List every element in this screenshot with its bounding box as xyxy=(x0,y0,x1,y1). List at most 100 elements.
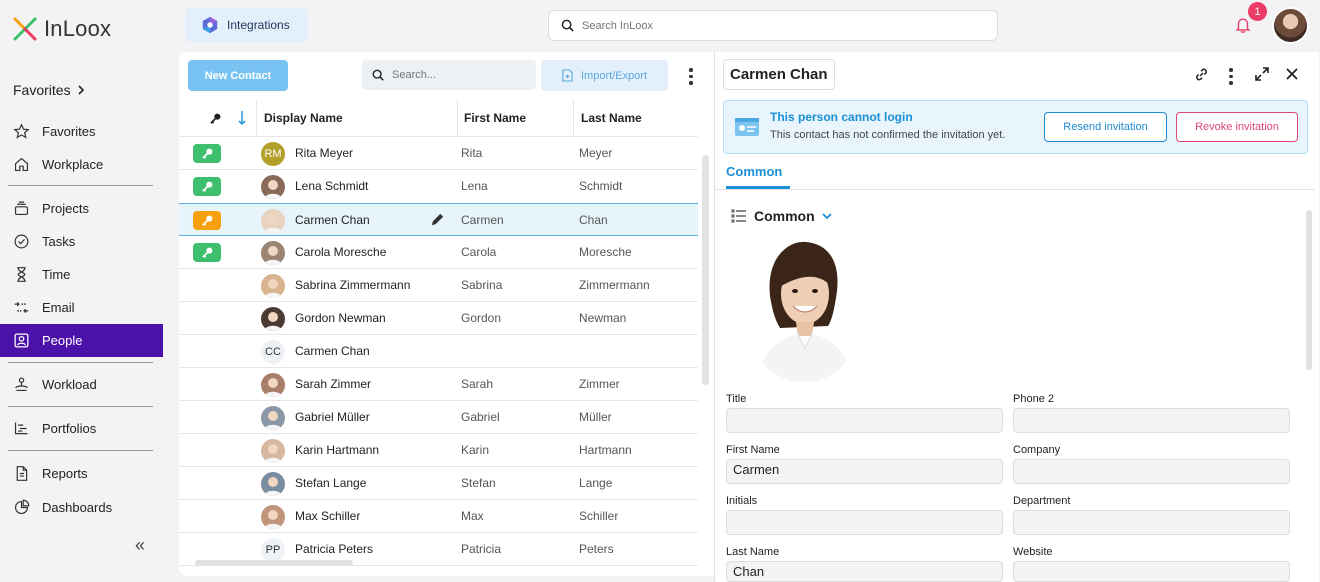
import-export-button[interactable]: Import/Export xyxy=(541,60,668,91)
sidebar-item-portfolios[interactable]: Portfolios xyxy=(0,412,163,445)
column-header-last-name[interactable]: Last Name xyxy=(581,100,642,136)
table-row[interactable]: Gabriel Müller Gabriel Müller xyxy=(179,401,698,434)
detail-more-menu[interactable] xyxy=(1229,68,1233,85)
table-row[interactable]: Karin Hartmann Karin Hartmann xyxy=(179,434,698,467)
field-label-first-name: First Name xyxy=(726,444,780,456)
table-row[interactable]: Gordon Newman Gordon Newman xyxy=(179,302,698,335)
table-row[interactable]: Sabrina Zimmermann Sabrina Zimmermann xyxy=(179,269,698,302)
user-avatar[interactable] xyxy=(1272,7,1309,44)
file-import-icon xyxy=(562,69,573,82)
department-field[interactable] xyxy=(1013,510,1290,535)
pencil-icon xyxy=(431,213,444,226)
app-window: InLoox Favorites Favorites Workplace Pro… xyxy=(0,0,1320,582)
revoke-invitation-button[interactable]: Revoke invitation xyxy=(1176,112,1298,142)
column-header-first-name[interactable]: First Name xyxy=(464,100,526,136)
list-more-menu[interactable] xyxy=(689,68,693,85)
email-icon xyxy=(14,301,29,314)
cell-last-name: Peters xyxy=(579,542,614,556)
detail-vertical-scrollbar[interactable] xyxy=(1306,210,1312,370)
field-label-department: Department xyxy=(1013,495,1071,507)
list-search[interactable] xyxy=(362,60,536,90)
home-icon xyxy=(14,157,29,172)
cell-display-name: Carmen Chan xyxy=(295,213,370,227)
title-field[interactable] xyxy=(726,408,1003,433)
person-photo-icon xyxy=(264,477,282,496)
sidebar-item-favorites[interactable]: Favorites xyxy=(0,115,163,148)
close-button[interactable] xyxy=(1286,68,1298,80)
sidebar-item-reports[interactable]: Reports xyxy=(0,457,163,490)
global-search[interactable] xyxy=(548,10,998,41)
list-horizontal-scrollbar[interactable] xyxy=(195,560,353,566)
sidebar-item-people[interactable]: People xyxy=(0,324,163,357)
company-field[interactable] xyxy=(1013,459,1290,484)
integrations-button[interactable]: Integrations xyxy=(185,8,308,42)
copy-link-button[interactable] xyxy=(1194,67,1209,82)
global-search-input[interactable] xyxy=(582,19,962,32)
sidebar-item-label: Workplace xyxy=(42,157,104,172)
sidebar-item-label: Tasks xyxy=(42,234,76,249)
app-logo[interactable]: InLoox xyxy=(12,16,111,42)
sidebar-item-dashboards[interactable]: Dashboards xyxy=(0,491,163,524)
favorites-header[interactable]: Favorites xyxy=(13,82,85,98)
table-row[interactable]: CC Carmen Chan xyxy=(179,335,698,368)
section-common-header[interactable]: Common xyxy=(731,208,832,224)
column-divider xyxy=(573,100,574,136)
table-row[interactable]: Stefan Lange Stefan Lange xyxy=(179,467,698,500)
tab-common[interactable]: Common xyxy=(726,164,782,179)
contact-title[interactable]: Carmen Chan xyxy=(723,59,835,90)
avatar xyxy=(261,209,285,233)
column-header-display-name[interactable]: Display Name xyxy=(264,100,343,136)
integrations-label: Integrations xyxy=(227,18,290,32)
last-name-field[interactable]: Chan xyxy=(726,561,1003,582)
person-photo-icon xyxy=(264,411,282,430)
sidebar-item-tasks[interactable]: Tasks xyxy=(0,225,163,258)
sidebar-item-projects[interactable]: Projects xyxy=(0,192,163,225)
login-key-badge xyxy=(193,144,221,163)
person-photo-icon xyxy=(264,378,282,397)
field-label-title: Title xyxy=(726,393,747,405)
person-photo-icon xyxy=(264,312,282,331)
table-row[interactable]: Sarah Zimmer Sarah Zimmer xyxy=(179,368,698,401)
avatar xyxy=(261,307,285,331)
sidebar-item-workplace[interactable]: Workplace xyxy=(0,148,163,181)
integrations-icon xyxy=(202,16,218,34)
new-contact-button[interactable]: New Contact xyxy=(188,60,288,91)
edit-row-button[interactable] xyxy=(430,212,445,227)
key-column-header[interactable] xyxy=(209,100,222,136)
notifications-button[interactable] xyxy=(1234,16,1252,34)
website-field[interactable] xyxy=(1013,561,1290,582)
key-icon xyxy=(201,148,212,159)
avatar xyxy=(261,274,285,298)
cell-display-name: Karin Hartmann xyxy=(295,443,380,457)
sidebar-item-label: Projects xyxy=(42,201,89,216)
sort-down-arrow-icon xyxy=(238,111,246,125)
cell-display-name: Max Schiller xyxy=(295,509,361,523)
field-label-website: Website xyxy=(1013,546,1053,558)
cell-display-name: Patricia Peters xyxy=(295,542,374,556)
cell-display-name: Lena Schmidt xyxy=(295,179,369,193)
first-name-field[interactable]: Carmen xyxy=(726,459,1003,484)
table-row[interactable]: RM Rita Meyer Rita Meyer xyxy=(179,137,698,170)
sidebar-item-time[interactable]: Time xyxy=(0,258,163,291)
app-name: InLoox xyxy=(44,16,112,41)
initials-field[interactable] xyxy=(726,510,1003,535)
list-search-input[interactable] xyxy=(392,69,522,81)
cell-last-name: Schiller xyxy=(579,509,619,523)
avatar xyxy=(261,439,285,463)
table-row[interactable]: Carmen Chan Carmen Chan xyxy=(179,203,698,236)
list-vertical-scrollbar[interactable] xyxy=(702,155,709,385)
table-row[interactable]: Carola Moresche Carola Moresche xyxy=(179,236,698,269)
expand-button[interactable] xyxy=(1255,67,1269,81)
sidebar-item-email[interactable]: Email xyxy=(0,291,163,324)
contact-photo[interactable] xyxy=(750,236,858,382)
sidebar-item-workload[interactable]: Workload xyxy=(0,368,163,401)
bell-icon xyxy=(1235,18,1251,33)
collapse-sidebar-button[interactable]: « xyxy=(135,535,145,556)
sort-button[interactable] xyxy=(238,100,246,136)
avatar: PP xyxy=(261,538,285,562)
table-row[interactable]: Lena Schmidt Lena Schmidt xyxy=(179,170,698,203)
phone2-field[interactable] xyxy=(1013,408,1290,433)
resend-invitation-button[interactable]: Resend invitation xyxy=(1044,112,1167,142)
cell-display-name: Sarah Zimmer xyxy=(295,377,372,391)
table-row[interactable]: Max Schiller Max Schiller xyxy=(179,500,698,533)
